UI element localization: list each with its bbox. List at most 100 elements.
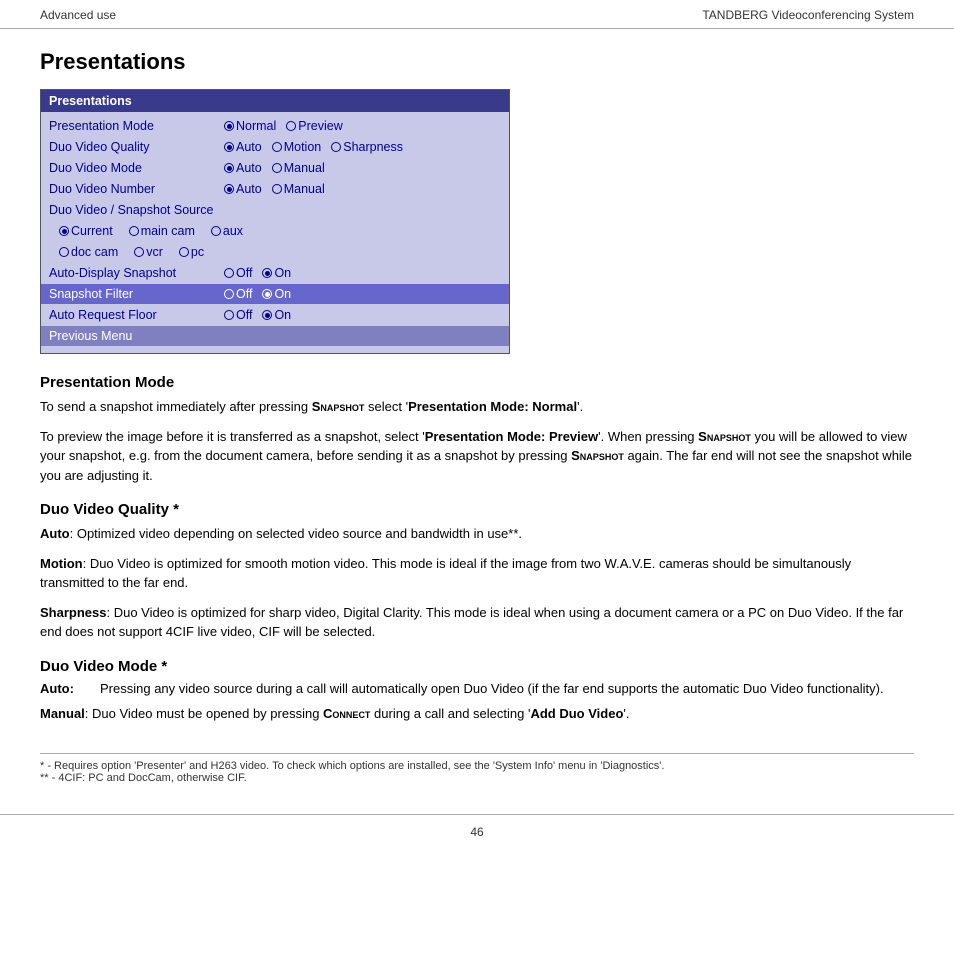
header-bar: Advanced use TANDBERG Videoconferencing … [0, 0, 954, 29]
option-auto-display-off[interactable]: Off [224, 263, 252, 283]
radio-vcr [134, 247, 144, 257]
label-auto-display-snapshot: Auto-Display Snapshot [49, 263, 224, 283]
para-auto: Auto: Optimized video depending on selec… [40, 524, 914, 544]
label-auto-display-off: Off [236, 263, 252, 283]
row-snapshot-source-2: doc cam vcr pc [49, 242, 501, 262]
option-auto-request-on[interactable]: On [262, 305, 291, 325]
option-manual-number[interactable]: Manual [272, 179, 325, 199]
heading-duo-video-mode: Duo Video Mode * [40, 658, 914, 675]
page-number: 46 [470, 825, 483, 839]
radio-aux [211, 226, 221, 236]
option-preview[interactable]: Preview [286, 116, 342, 136]
radio-auto-request-on [262, 310, 272, 320]
option-motion[interactable]: Motion [272, 137, 322, 157]
heading-duo-video-quality: Duo Video Quality * [40, 501, 914, 518]
options-auto-request-floor: Off On [224, 305, 291, 325]
option-auto-number[interactable]: Auto [224, 179, 262, 199]
page-content: Presentations Presentations Presentation… [0, 29, 954, 804]
label-snapshot-filter: Snapshot Filter [49, 284, 224, 304]
option-snapshot-filter-off[interactable]: Off [224, 284, 252, 304]
auto-desc: Pressing any video source during a call … [100, 681, 914, 696]
para-manual: Manual: Duo Video must be opened by pres… [40, 704, 914, 724]
radio-sharpness [331, 142, 341, 152]
label-snapshot-filter-on: On [274, 284, 291, 304]
label-manual-mode: Manual [284, 158, 325, 178]
option-auto-display-on[interactable]: On [262, 263, 291, 283]
heading-presentation-mode: Presentation Mode [40, 374, 914, 391]
options-auto-display-snapshot: Off On [224, 263, 291, 283]
option-sharpness[interactable]: Sharpness [331, 137, 403, 157]
table-header: Presentations [41, 90, 509, 112]
radio-snapshot-filter-off [224, 289, 234, 299]
row-auto-display-snapshot: Auto-Display Snapshot Off On [49, 263, 501, 283]
radio-snapshot-filter-on [262, 289, 272, 299]
label-snapshot-filter-off: Off [236, 284, 252, 304]
option-snapshot-filter-on[interactable]: On [262, 284, 291, 304]
radio-motion [272, 142, 282, 152]
label-auto-quality: Auto [236, 137, 262, 157]
para-presentation-mode-2: To preview the image before it is transf… [40, 427, 914, 486]
radio-pc [179, 247, 189, 257]
label-presentation-mode: Presentation Mode [49, 116, 224, 136]
footnote-1: * - Requires option 'Presenter' and H263… [40, 760, 914, 772]
label-motion: Motion [284, 137, 322, 157]
label-auto-display-on: On [274, 263, 291, 283]
table-body: Presentation Mode Normal Preview Duo Vid… [41, 112, 509, 353]
option-main-cam[interactable]: main cam [129, 221, 195, 241]
radio-auto-mode [224, 163, 234, 173]
presentations-table: Presentations Presentation Mode Normal P… [40, 89, 510, 354]
option-current[interactable]: Current [59, 221, 113, 241]
options-duo-video-quality: Auto Motion Sharpness [224, 137, 403, 157]
options-snapshot-source-2: doc cam vcr pc [59, 242, 204, 262]
label-vcr: vcr [146, 242, 163, 262]
section-duo-video-mode: Duo Video Mode * Auto: Pressing any vide… [40, 658, 914, 724]
label-snapshot-source: Duo Video / Snapshot Source [49, 200, 224, 220]
radio-manual-mode [272, 163, 282, 173]
option-pc[interactable]: pc [179, 242, 204, 262]
radio-auto-quality [224, 142, 234, 152]
label-normal: Normal [236, 116, 276, 136]
label-pc: pc [191, 242, 204, 262]
page-title: Presentations [40, 49, 914, 75]
option-normal[interactable]: Normal [224, 116, 276, 136]
row-snapshot-source-label: Duo Video / Snapshot Source [49, 200, 501, 220]
options-duo-video-mode: Auto Manual [224, 158, 325, 178]
option-auto-mode[interactable]: Auto [224, 158, 262, 178]
label-aux: aux [223, 221, 243, 241]
row-snapshot-source-1: Current main cam aux [49, 221, 501, 241]
label-auto-request-off: Off [236, 305, 252, 325]
radio-auto-number [224, 184, 234, 194]
radio-doc-cam [59, 247, 69, 257]
row-duo-video-quality: Duo Video Quality Auto Motion Sharpness [49, 137, 501, 157]
row-auto-request-floor: Auto Request Floor Off On [49, 305, 501, 325]
row-auto-desc: Auto: Pressing any video source during a… [40, 681, 914, 696]
radio-auto-request-off [224, 310, 234, 320]
row-previous-menu[interactable]: Previous Menu [41, 326, 509, 346]
option-manual-mode[interactable]: Manual [272, 158, 325, 178]
section-presentation-mode: Presentation Mode To send a snapshot imm… [40, 374, 914, 485]
options-snapshot-source-1: Current main cam aux [59, 221, 243, 241]
label-auto-request-floor: Auto Request Floor [49, 305, 224, 325]
auto-label: Auto: [40, 681, 100, 696]
label-duo-video-number: Duo Video Number [49, 179, 224, 199]
radio-auto-display-on [262, 268, 272, 278]
option-doc-cam[interactable]: doc cam [59, 242, 118, 262]
label-duo-video-mode: Duo Video Mode [49, 158, 224, 178]
para-sharpness: Sharpness: Duo Video is optimized for sh… [40, 603, 914, 642]
options-duo-video-number: Auto Manual [224, 179, 325, 199]
options-snapshot-filter: Off On [224, 284, 291, 304]
radio-preview [286, 121, 296, 131]
row-duo-video-number: Duo Video Number Auto Manual [49, 179, 501, 199]
option-vcr[interactable]: vcr [134, 242, 163, 262]
option-auto-quality[interactable]: Auto [224, 137, 262, 157]
para-motion: Motion: Duo Video is optimized for smoot… [40, 554, 914, 593]
section-duo-video-quality: Duo Video Quality * Auto: Optimized vide… [40, 501, 914, 642]
radio-main-cam [129, 226, 139, 236]
row-duo-video-mode: Duo Video Mode Auto Manual [49, 158, 501, 178]
label-sharpness: Sharpness [343, 137, 403, 157]
label-auto-request-on: On [274, 305, 291, 325]
option-aux[interactable]: aux [211, 221, 243, 241]
label-doc-cam: doc cam [71, 242, 118, 262]
label-current: Current [71, 221, 113, 241]
option-auto-request-off[interactable]: Off [224, 305, 252, 325]
